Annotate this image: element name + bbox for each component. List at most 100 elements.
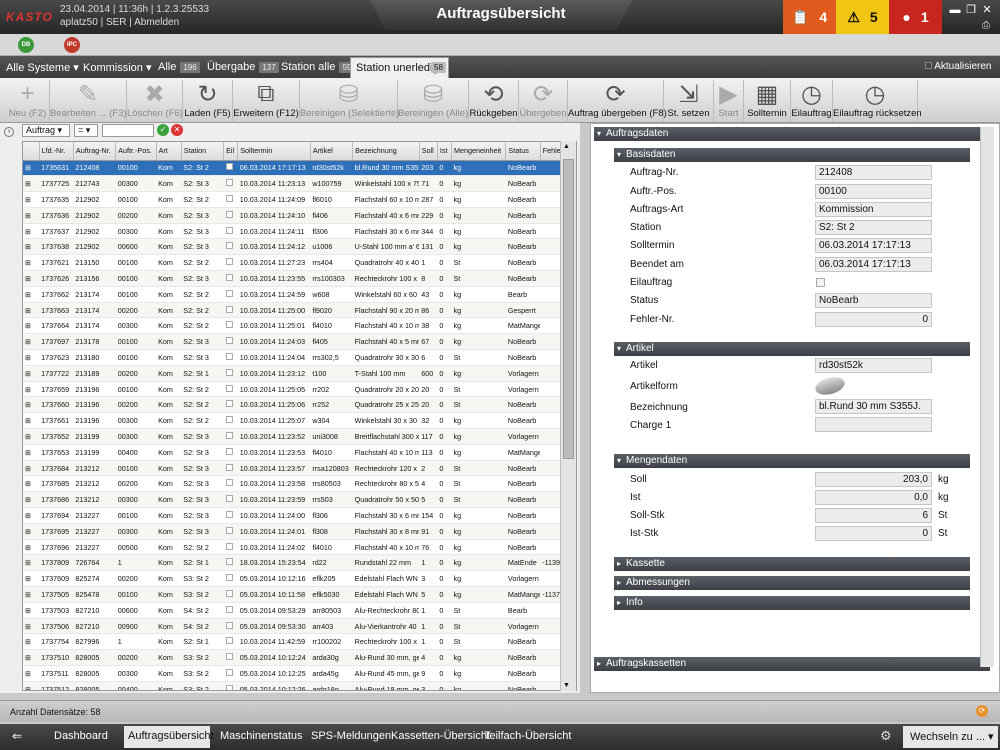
section-auftragskassetten[interactable]: Auftragskassetten xyxy=(594,657,990,671)
expand-row-icon[interactable]: ⊞ xyxy=(25,165,31,172)
return-button[interactable]: ⟲ Rückgeben xyxy=(469,80,519,122)
rush-checkbox[interactable] xyxy=(225,242,233,250)
table-row[interactable]: ⊞ 1737695 213227 00300 Kom S2: St 3 10.03.2014… xyxy=(23,523,563,540)
column-header[interactable]: Lfd.-Nr. xyxy=(39,142,74,161)
new-button[interactable]: + Neu (F2) xyxy=(6,80,50,122)
expand-row-icon[interactable]: ⊞ xyxy=(25,418,31,425)
expand-row-icon[interactable]: ⊞ xyxy=(25,513,31,520)
table-row[interactable]: ⊞ 1737686 213212 00300 Kom S2: St 3 10.03.2014… xyxy=(23,491,563,509)
refresh-toggle[interactable]: Aktualisieren xyxy=(925,61,992,72)
rush-checkbox[interactable] xyxy=(225,479,233,487)
expand-row-icon[interactable]: ⊞ xyxy=(25,355,31,362)
expand-row-icon[interactable]: ⊞ xyxy=(25,260,31,267)
clean-all-button[interactable]: ⛁ Bereinigen (Alle) xyxy=(398,80,469,122)
transfer-order-button[interactable]: ⟳ Auftrag übergeben (F8) xyxy=(568,80,667,122)
printer-icon[interactable]: ⎙ xyxy=(982,20,990,31)
table-row[interactable]: ⊞ 1737637 212902 00300 Kom S2: St 3 10.03.2014… xyxy=(23,223,563,240)
table-row[interactable]: ⊞ 1737662 213174 00100 Kom S2: St 2 10.03.2014… xyxy=(23,286,563,303)
table-row[interactable]: ⊞ 1737725 212743 00300 Kom S2: St 3 10.03.2014… xyxy=(23,175,563,193)
rush-checkbox[interactable] xyxy=(225,194,233,202)
due-date-button[interactable]: ▦ Sollternin xyxy=(744,80,791,122)
table-row[interactable]: ⊞ 1737661 213196 00300 Kom S2: St 2 10.03.2014… xyxy=(23,412,563,430)
rush-checkbox[interactable] xyxy=(225,526,233,534)
expand-row-icon[interactable]: ⊞ xyxy=(25,197,31,204)
maximize-icon[interactable]: ❐ xyxy=(964,4,978,16)
rush-checkbox[interactable] xyxy=(225,605,233,613)
table-row[interactable]: ⊞ 1737503 827210 00600 Kom S4: St 2 05.03.2014… xyxy=(23,602,563,619)
rush-checkbox[interactable] xyxy=(225,258,233,266)
table-row[interactable]: ⊞ 1737623 213180 00100 Kom S2: St 3 10.03.2014… xyxy=(23,349,563,366)
expand-row-icon[interactable]: ⊞ xyxy=(25,576,31,583)
table-row[interactable]: ⊞ 1737505 825478 00100 Kom S3: St 2 05.03.2014… xyxy=(23,586,563,603)
table-row[interactable]: ⊞ 1737685 213212 00200 Kom S2: St 3 10.03.2014… xyxy=(23,475,563,493)
section-basisdaten[interactable]: Basisdaten xyxy=(614,148,970,162)
column-header[interactable]: Solltermin xyxy=(237,142,311,161)
expand-row-icon[interactable]: ⊞ xyxy=(25,229,31,236)
rush-checkbox[interactable] xyxy=(225,653,233,661)
column-header[interactable]: Ist xyxy=(437,142,452,161)
table-row[interactable]: ⊞ 1737636 212902 00200 Kom S2: St 3 10.03.2014… xyxy=(23,207,563,224)
expand-row-icon[interactable]: ⊞ xyxy=(25,308,31,315)
rush-checkbox[interactable] xyxy=(225,337,233,345)
table-row[interactable]: ⊞ 1737638 212902 00600 Kom S2: St 3 10.03.2014… xyxy=(23,238,563,256)
rush-checkbox[interactable] xyxy=(225,574,233,582)
table-row[interactable]: ⊞ 1737684 213212 00100 Kom S2: St 3 10.03.2014… xyxy=(23,460,563,477)
switch-to-dropdown[interactable]: Wechseln zu ... ▾ xyxy=(903,726,998,748)
expand-row-icon[interactable]: ⊞ xyxy=(25,434,31,441)
expand-row-icon[interactable]: ⊞ xyxy=(25,608,31,615)
expand-row-icon[interactable]: ⊞ xyxy=(25,592,31,599)
column-header[interactable]: Mengeneinheit xyxy=(451,142,507,161)
expand-row-icon[interactable]: ⊞ xyxy=(25,655,31,662)
gear-icon[interactable]: ⚙ xyxy=(880,728,892,744)
table-row[interactable]: ⊞ 1735631 212408 00100 Kom S2: St 2 06.03.2014… xyxy=(23,160,563,177)
notification-icon[interactable]: ⟳ xyxy=(976,705,988,717)
scroll-thumb[interactable] xyxy=(563,159,574,459)
table-row[interactable]: ⊞ 1737696 213227 00500 Kom S2: St 2 10.03.2014… xyxy=(23,539,563,556)
filter-value-input[interactable] xyxy=(102,124,154,137)
nav-auftragsuebersicht[interactable]: Auftragsübersicht xyxy=(128,730,214,742)
rush-checkbox[interactable] xyxy=(225,558,233,566)
nav-sps-meldungen[interactable]: SPS-Meldungen xyxy=(311,730,391,742)
system-selector[interactable]: Alle Systeme ▾ xyxy=(6,61,79,74)
table-row[interactable]: ⊞ 1737506 827210 00900 Kom S4: St 2 05.03.2014… xyxy=(23,618,563,635)
expand-row-icon[interactable]: ⊞ xyxy=(25,545,31,552)
table-row[interactable]: ⊞ 1737663 213174 00200 Kom S2: St 2 10.03.2014… xyxy=(23,302,563,319)
rush-checkbox[interactable] xyxy=(225,589,233,597)
section-info[interactable]: Info xyxy=(614,596,970,610)
rush-checkbox[interactable] xyxy=(225,463,233,471)
close-icon[interactable]: ✕ xyxy=(980,4,994,16)
column-header[interactable]: Eil xyxy=(223,142,239,161)
expand-row-icon[interactable]: ⊞ xyxy=(25,671,31,678)
section-abmessungen[interactable]: Abmessungen xyxy=(614,576,970,590)
section-auftragsdaten[interactable]: Auftragsdaten xyxy=(594,127,990,141)
table-row[interactable]: ⊞ 1737697 213178 00100 Kom S2: St 3 10.03.2014… xyxy=(23,333,563,351)
table-row[interactable]: ⊞ 1737512 828005 00400 Kom S3: St 2 05.03.2014… xyxy=(23,681,563,690)
rush-checkbox[interactable] xyxy=(225,163,233,171)
rush-checkbox[interactable] xyxy=(225,510,233,518)
expand-row-icon[interactable]: ⊞ xyxy=(25,181,31,188)
rush-checkbox[interactable] xyxy=(225,321,233,329)
table-row[interactable]: ⊞ 1737609 825274 00200 Kom S3: St 2 05.03.2014… xyxy=(23,570,563,588)
rush-checkbox[interactable] xyxy=(225,431,233,439)
clean-selected-button[interactable]: ⛁ Bereinigen (Selektierte) xyxy=(300,80,399,122)
rush-checkbox[interactable] xyxy=(225,352,233,360)
tab-station-unerledigt[interactable]: Station unerledigt 58 xyxy=(350,57,449,78)
warning-alert[interactable]: ⚠ 5 xyxy=(836,0,889,34)
column-header[interactable]: Artikel xyxy=(310,142,354,161)
set-station-button[interactable]: ⇲ St. setzen xyxy=(664,80,714,122)
expand-row-icon[interactable]: ⊞ xyxy=(25,402,31,409)
expand-row-icon[interactable]: ⊞ xyxy=(25,450,31,457)
rush-checkbox[interactable] xyxy=(225,542,233,550)
rush-checkbox[interactable] xyxy=(225,273,233,281)
edit-button[interactable]: ✎ Bearbeiten ... (F3) xyxy=(50,80,127,122)
expand-row-icon[interactable]: ⊞ xyxy=(25,339,31,346)
column-header[interactable]: Auftr.-Pos. xyxy=(115,142,157,161)
table-row[interactable]: ⊞ 1737809 726764 1 Kom S2: St 1 18.03.2014 15:… xyxy=(23,554,563,572)
extend-button[interactable]: ⧉ Erweitern (F12) xyxy=(233,80,300,122)
expand-row-icon[interactable]: ⊞ xyxy=(25,292,31,299)
table-row[interactable]: ⊞ 1737510 828005 00200 Kom S3: St 2 05.03.2014… xyxy=(23,649,563,666)
table-row[interactable]: ⊞ 1737722 213189 00200 Kom S2: St 1 10.03.2014… xyxy=(23,365,563,382)
nav-kassetten-uebersicht[interactable]: Kassetten-Übersicht xyxy=(391,730,490,742)
order-alert[interactable]: 📋 4 xyxy=(783,0,836,34)
start-button[interactable]: ▶ Start xyxy=(714,80,744,122)
